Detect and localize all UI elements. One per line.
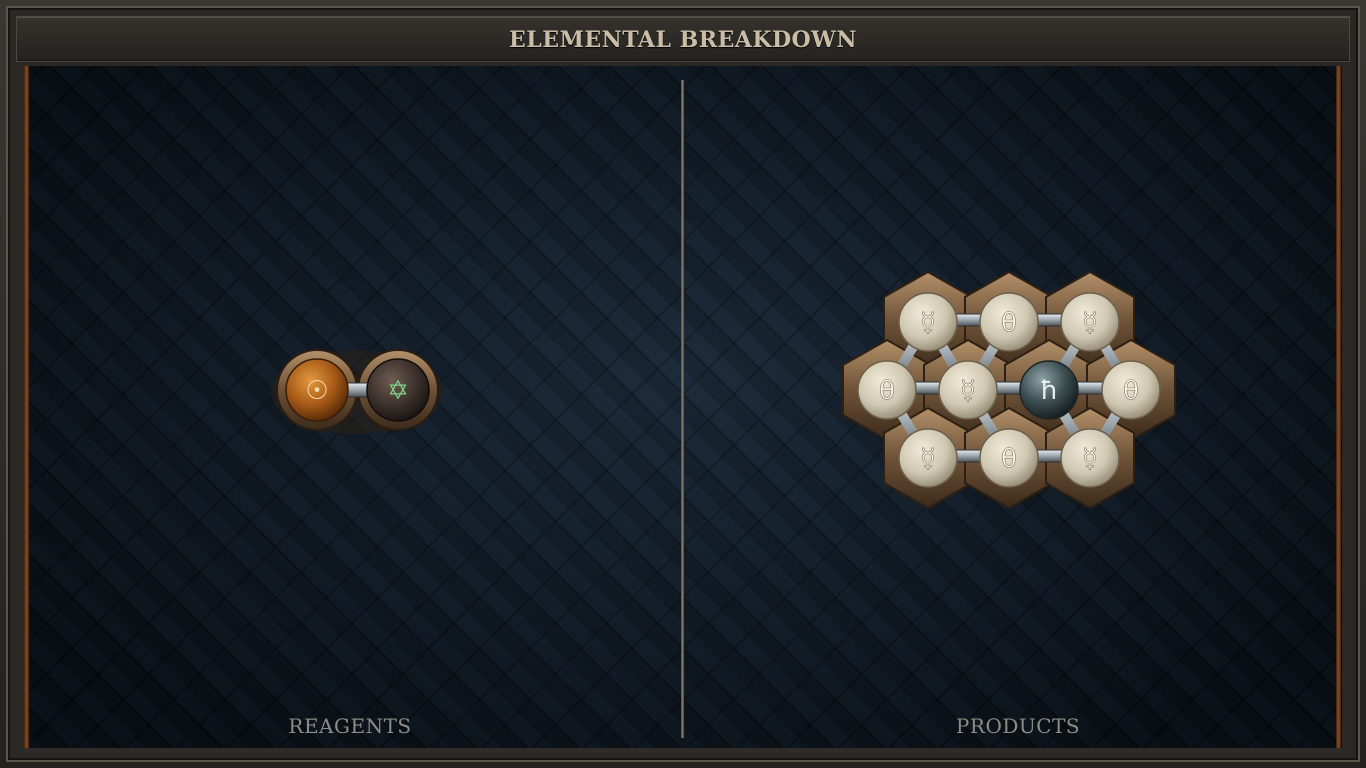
- salt-icon: θ: [1001, 308, 1017, 338]
- molecule-canvas: ☉ ✡ ☿ θ ☿ θ ☿ ħ θ ☿ θ ☿: [271, 270, 1176, 510]
- mercury-icon: ☿: [960, 376, 976, 406]
- quintessence-icon: ✡: [387, 376, 409, 406]
- reagents-label: REAGENTS: [288, 714, 412, 738]
- mercury-icon: ☿: [920, 308, 936, 338]
- sun-icon: ☉: [305, 376, 328, 406]
- products-label: PRODUCTS: [955, 714, 1081, 738]
- mercury-icon: ☿: [1082, 308, 1098, 338]
- salt-icon: θ: [1123, 376, 1139, 406]
- lead-icon: ħ: [1040, 376, 1058, 406]
- salt-icon: θ: [1001, 444, 1017, 474]
- reagent-molecule: ☉ ✡: [271, 349, 443, 434]
- salt-icon: θ: [879, 376, 895, 406]
- mercury-icon: ☿: [920, 444, 936, 474]
- product-molecule: ☿ θ ☿ θ ☿ ħ θ ☿ θ ☿: [842, 270, 1176, 510]
- mercury-icon: ☿: [1082, 444, 1098, 474]
